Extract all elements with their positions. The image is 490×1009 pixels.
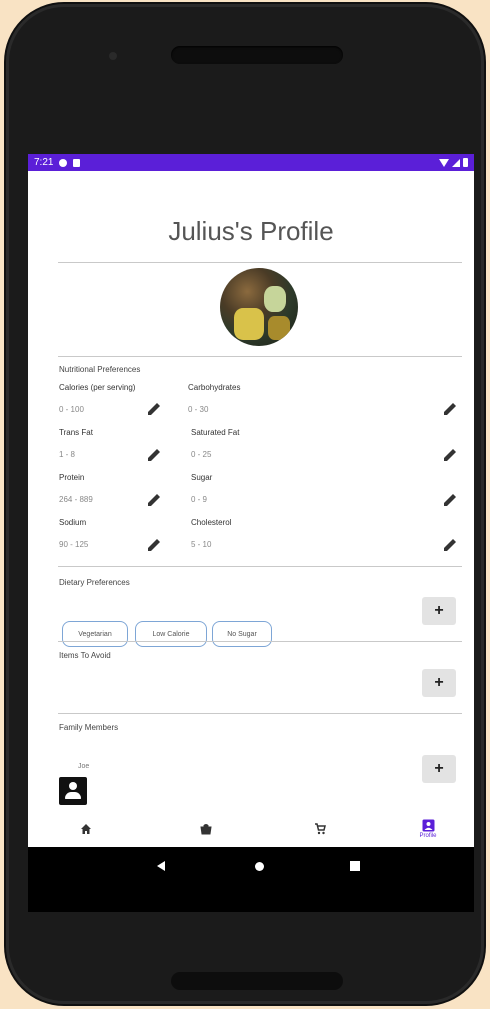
add-dietary-preference-button[interactable]: + (422, 597, 456, 625)
trans-fat-label: Trans Fat (59, 428, 93, 437)
cart-icon (315, 823, 326, 835)
battery-icon (463, 158, 468, 167)
edit-saturated-fat-pencil-icon[interactable] (442, 447, 458, 463)
nav-profile[interactable]: Profile (398, 811, 458, 847)
status-time: 7:21 (34, 157, 54, 168)
edit-sodium-pencil-icon[interactable] (146, 537, 162, 553)
items-to-avoid-heading: Items To Avoid (59, 651, 111, 660)
edit-protein-pencil-icon[interactable] (146, 492, 162, 508)
back-icon[interactable] (157, 861, 165, 871)
page-title: Julius's Profile (168, 216, 334, 246)
nav-home[interactable] (56, 811, 116, 847)
status-notification-icon (59, 158, 68, 167)
sugar-value: 0 - 9 (191, 495, 208, 504)
add-item-to-avoid-button[interactable]: + (422, 669, 456, 697)
divider (58, 566, 462, 567)
saturated-fat-value: 0 - 25 (191, 450, 212, 459)
protein-value: 264 - 889 (59, 495, 93, 504)
bottom-navigation: Profile (28, 811, 474, 847)
nav-cart[interactable] (290, 811, 350, 847)
bag-icon (200, 824, 212, 835)
profile-screen: Julius's Profile Nutritional Preferences… (28, 171, 474, 847)
cholesterol-label: Cholesterol (191, 518, 232, 527)
phone-frame: 7:21 Julius's Profile Nutritional Prefer… (6, 4, 484, 1004)
protein-label: Protein (59, 473, 85, 482)
edit-trans-fat-pencil-icon[interactable] (146, 447, 162, 463)
sugar-label: Sugar (191, 473, 213, 482)
nutritional-preferences-heading: Nutritional Preferences (59, 365, 141, 374)
edit-sugar-pencil-icon[interactable] (442, 492, 458, 508)
calories-value: 0 - 100 (59, 405, 84, 414)
saturated-fat-label: Saturated Fat (191, 428, 240, 437)
status-bar: 7:21 (28, 154, 474, 171)
sodium-label: Sodium (59, 518, 87, 527)
carbohydrates-label: Carbohydrates (188, 383, 241, 392)
device-screen: 7:21 Julius's Profile Nutritional Prefer… (28, 154, 474, 912)
divider (58, 262, 462, 263)
chip-vegetarian[interactable]: Vegetarian (62, 621, 128, 647)
family-member-name: Joe (78, 763, 90, 770)
system-home-icon[interactable] (255, 862, 264, 871)
front-camera (109, 52, 117, 60)
nav-bag[interactable] (176, 811, 236, 847)
dietary-preferences-heading: Dietary Preferences (59, 578, 130, 587)
add-family-member-button[interactable]: + (422, 755, 456, 783)
divider (58, 641, 462, 642)
edit-carbohydrates-pencil-icon[interactable] (442, 401, 458, 417)
top-speaker (171, 46, 343, 64)
carbohydrates-value: 0 - 30 (188, 405, 209, 414)
divider (58, 356, 462, 357)
recents-icon[interactable] (350, 861, 360, 871)
edit-calories-pencil-icon[interactable] (146, 401, 162, 417)
sodium-value: 90 - 125 (59, 540, 89, 549)
family-member-avatar-icon[interactable] (59, 777, 87, 805)
status-sd-icon (73, 158, 81, 167)
chip-low-calorie[interactable]: Low Calorie (135, 621, 207, 647)
system-navigation-bar (28, 847, 474, 887)
family-members-heading: Family Members (59, 723, 119, 732)
nav-profile-label: Profile (419, 833, 437, 839)
divider (58, 713, 462, 714)
home-icon (81, 824, 91, 834)
calories-label: Calories (per serving) (59, 383, 136, 392)
wifi-icon (439, 158, 449, 167)
chip-no-sugar[interactable]: No Sugar (212, 621, 272, 647)
cholesterol-value: 5 - 10 (191, 540, 212, 549)
signal-icon (452, 158, 460, 167)
trans-fat-value: 1 - 8 (59, 450, 76, 459)
edit-cholesterol-pencil-icon[interactable] (442, 537, 458, 553)
avatar[interactable] (220, 268, 298, 346)
bottom-speaker (171, 972, 343, 990)
profile-icon (422, 819, 434, 832)
